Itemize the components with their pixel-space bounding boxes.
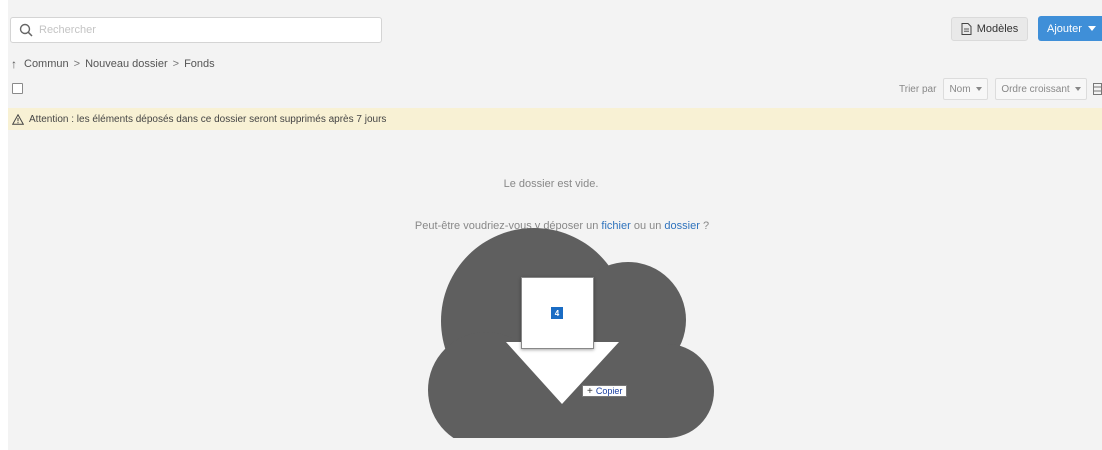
retention-warning-banner: Attention : les éléments déposés dans ce… — [8, 108, 1102, 130]
arrow-up-icon[interactable]: ↑ — [11, 57, 17, 71]
models-button[interactable]: Modèles — [951, 17, 1028, 41]
document-icon — [961, 23, 972, 35]
chevron-down-icon — [975, 87, 982, 91]
warning-icon — [12, 113, 24, 125]
dragged-count-badge: 4 — [551, 307, 563, 319]
breadcrumb-item-fonds[interactable]: Fonds — [184, 58, 215, 70]
sort-field-value: Nom — [949, 83, 971, 95]
add-button-label: Ajouter — [1047, 22, 1082, 35]
plus-icon: + — [587, 385, 593, 397]
sort-order-dropdown[interactable]: Ordre croissant — [995, 78, 1087, 100]
select-all-checkbox[interactable] — [12, 83, 23, 94]
breadcrumb: ↑ Commun > Nouveau dossier > Fonds — [11, 57, 215, 71]
grid-view-icon[interactable] — [1093, 83, 1102, 95]
copy-drop-tooltip: + Copier — [582, 385, 628, 397]
sort-field-dropdown[interactable]: Nom — [943, 78, 988, 100]
breadcrumb-separator: > — [73, 58, 81, 70]
empty-folder-title: Le dossier est vide. — [503, 178, 599, 190]
chevron-down-icon — [1087, 26, 1096, 31]
search-box[interactable] — [10, 17, 382, 43]
search-input[interactable] — [39, 24, 369, 36]
breadcrumb-item-commun[interactable]: Commun — [24, 58, 69, 70]
search-icon — [19, 23, 33, 37]
breadcrumb-item-nouveau-dossier[interactable]: Nouveau dossier — [85, 58, 168, 70]
sort-label: Trier par — [899, 84, 937, 95]
models-button-label: Modèles — [976, 23, 1019, 35]
sort-order-value: Ordre croissant — [1001, 83, 1070, 95]
dragged-files-preview: 4 — [521, 277, 594, 349]
add-button[interactable]: Ajouter — [1038, 16, 1102, 41]
chevron-down-icon — [1074, 87, 1081, 91]
copy-label: Copier — [595, 386, 623, 396]
warning-text: Attention : les éléments déposés dans ce… — [29, 113, 387, 125]
breadcrumb-separator: > — [172, 58, 180, 70]
